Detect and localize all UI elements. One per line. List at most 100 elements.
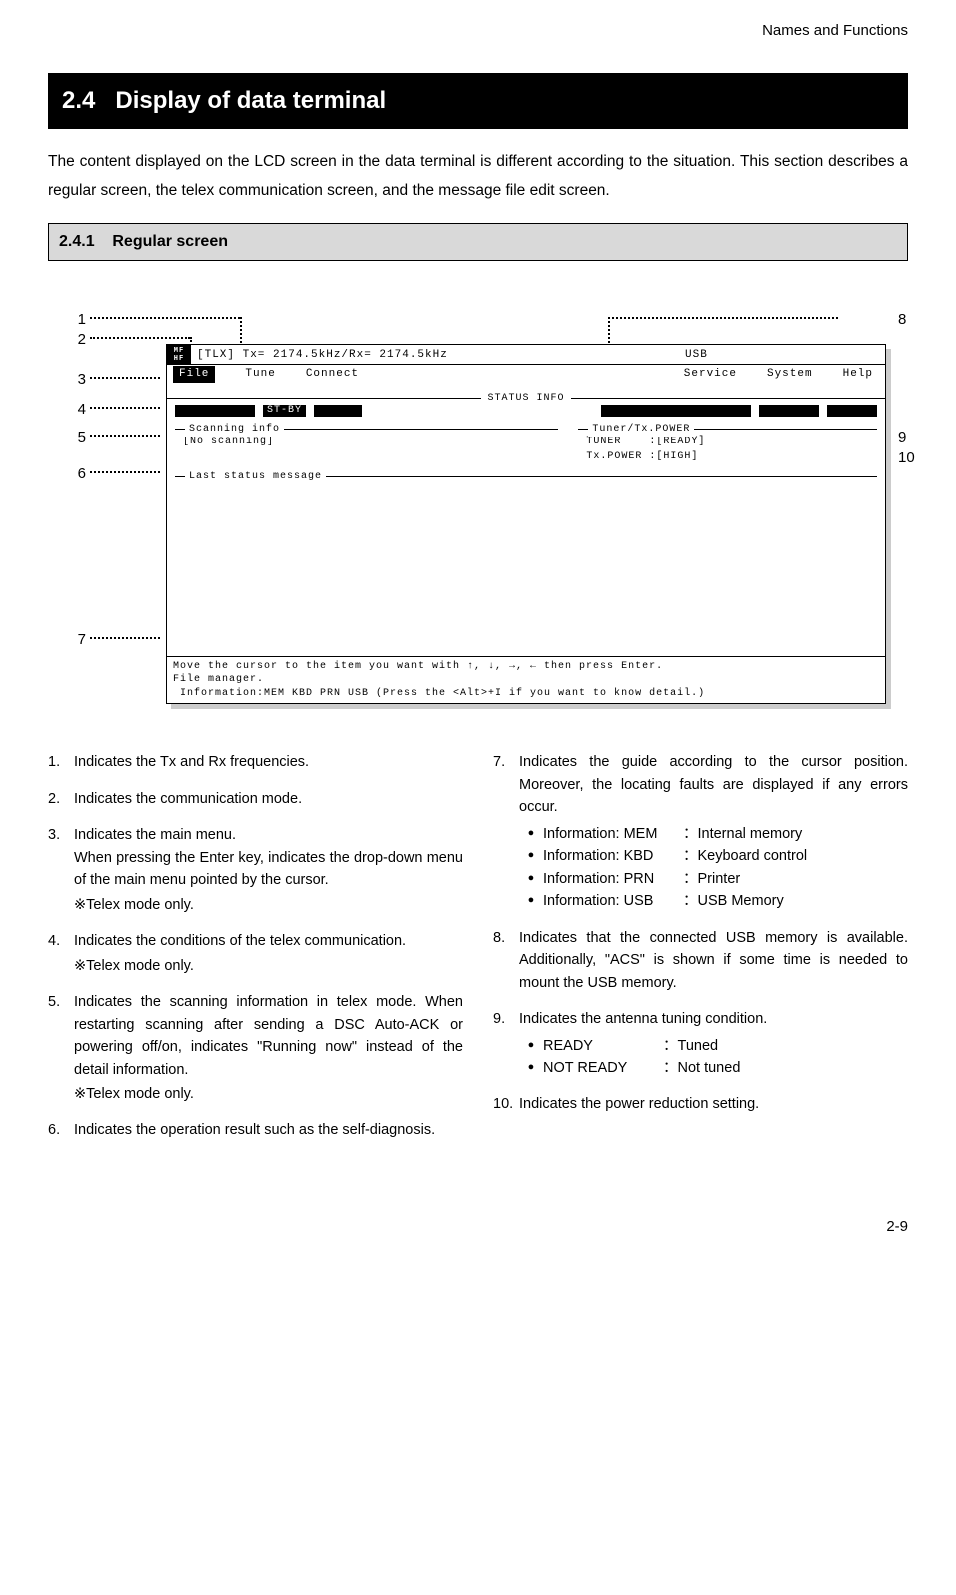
usb-indicator: USB <box>685 345 885 364</box>
leader-4 <box>90 407 160 409</box>
badge-mf: MF <box>167 347 191 355</box>
status-block-3 <box>601 405 751 417</box>
page-number: 2-9 <box>48 1216 908 1239</box>
desc-10-num: 10. <box>493 1093 519 1115</box>
desc-9-main: Indicates the antenna tuning condition. <box>519 1011 767 1027</box>
leader-8v <box>608 317 610 347</box>
desc-4-main: Indicates the conditions of the telex co… <box>74 933 406 949</box>
menu-system[interactable]: System <box>767 366 813 383</box>
menu-file[interactable]: File <box>173 366 215 383</box>
desc-4: 4. Indicates the conditions of the telex… <box>48 930 463 977</box>
desc-10: 10. Indicates the power reduction settin… <box>493 1093 908 1115</box>
desc-9-bullets: ●READY：Tuned ●NOT READY：Not tuned <box>519 1035 908 1080</box>
info-row: Scanning info [No scanning] Tuner/Tx.POW… <box>167 421 885 470</box>
desc-2: 2. Indicates the communication mode. <box>48 788 463 810</box>
menu-help[interactable]: Help <box>843 366 873 383</box>
desc-6-text: Indicates the operation result such as t… <box>74 1119 463 1141</box>
callout-10: 10 <box>898 447 936 470</box>
desc-4-text: Indicates the conditions of the telex co… <box>74 930 463 977</box>
desc-8-num: 8. <box>493 927 519 994</box>
desc-7-main: Indicates the guide according to the cur… <box>519 754 908 815</box>
status-block-5 <box>827 405 877 417</box>
status-info-label: STATUS INFO <box>481 393 570 404</box>
subsection-title: 2.4.1 Regular screen <box>48 223 908 261</box>
bullet-kbd: ●Information: KBD：Keyboard control <box>519 845 908 867</box>
desc-3: 3. Indicates the main menu. When pressin… <box>48 824 463 916</box>
desc-5-num: 5. <box>48 991 74 1105</box>
menu-connect[interactable]: Connect <box>306 366 359 383</box>
section-intro: The content displayed on the LCD screen … <box>48 147 908 206</box>
scanning-info-box: Scanning info [No scanning] <box>175 429 558 470</box>
terminal-title-row: MF HF [TLX] Tx= 2174.5kHz/Rx= 2174.5kHz … <box>167 345 885 365</box>
tuner-box: Tuner/Tx.POWER TUNER :[READY] Tx.POWER :… <box>578 429 877 470</box>
callout-6: 6 <box>68 463 86 486</box>
txpower-line: Tx.POWER :[HIGH] <box>586 449 869 464</box>
leader-8h <box>608 317 838 319</box>
terminal-screen: MF HF [TLX] Tx= 2174.5kHz/Rx= 2174.5kHz … <box>166 344 886 704</box>
footer-line-1: Move the cursor to the item you want wit… <box>173 661 663 672</box>
menu-service[interactable]: Service <box>684 366 737 383</box>
desc-5: 5. Indicates the scanning information in… <box>48 991 463 1105</box>
main-menu: File Tune Connect Service System Help <box>167 365 885 383</box>
terminal-footer: Move the cursor to the item you want wit… <box>167 656 885 704</box>
bullet-ready: ●READY：Tuned <box>519 1035 908 1057</box>
descriptions: 1. Indicates the Tx and Rx frequencies. … <box>48 751 908 1156</box>
leader-3 <box>90 377 160 379</box>
desc-8: 8. Indicates that the connected USB memo… <box>493 927 908 994</box>
desc-7-bullets: ●Information: MEM：Internal memory ●Infor… <box>519 823 908 913</box>
desc-6: 6. Indicates the operation result such a… <box>48 1119 463 1141</box>
desc-8-text: Indicates that the connected USB memory … <box>519 927 908 994</box>
desc-5-main: Indicates the scanning information in te… <box>74 994 463 1077</box>
callout-4: 4 <box>68 399 86 422</box>
descriptions-right: 7. Indicates the guide according to the … <box>493 751 908 1156</box>
bullet-usb: ●Information: USB：USB Memory <box>519 890 908 912</box>
desc-6-num: 6. <box>48 1119 74 1141</box>
callout-3: 3 <box>68 369 86 392</box>
desc-1-num: 1. <box>48 751 74 773</box>
desc-2-num: 2. <box>48 788 74 810</box>
desc-7-text: Indicates the guide according to the cur… <box>519 751 908 912</box>
callout-8: 8 <box>898 309 928 332</box>
desc-10-text: Indicates the power reduction setting. <box>519 1093 908 1115</box>
frequency-text: [TLX] Tx= 2174.5kHz/Rx= 2174.5kHz <box>191 345 685 364</box>
section-title: 2.4 Display of data terminal <box>48 73 908 129</box>
footer-line-3: Information:MEM KBD PRN USB (Press the <… <box>173 688 705 699</box>
scanning-legend: Scanning info <box>185 422 284 437</box>
desc-1-text: Indicates the Tx and Rx frequencies. <box>74 751 463 773</box>
desc-9-text: Indicates the antenna tuning condition. … <box>519 1008 908 1079</box>
leader-2h <box>90 337 190 339</box>
section-title-text: Display of data terminal <box>115 87 386 114</box>
desc-5-note: ※Telex mode only. <box>74 1083 463 1105</box>
mfhf-badge: MF HF <box>167 345 191 364</box>
desc-1: 1. Indicates the Tx and Rx frequencies. <box>48 751 463 773</box>
tuner-legend: Tuner/Tx.POWER <box>588 422 694 437</box>
callout-2: 2 <box>68 329 86 352</box>
desc-3-num: 3. <box>48 824 74 916</box>
desc-4-note: ※Telex mode only. <box>74 955 463 977</box>
page-header-right: Names and Functions <box>48 20 908 43</box>
bullet-mem: ●Information: MEM：Internal memory <box>519 823 908 845</box>
diagram: 1 2 3 4 5 6 7 8 9 10 MF HF [TLX] Tx= 217… <box>68 291 888 721</box>
subsection-title-text: Regular screen <box>112 233 228 250</box>
desc-4-num: 4. <box>48 930 74 977</box>
desc-7-num: 7. <box>493 751 519 912</box>
footer-line-2: File manager. <box>173 674 264 685</box>
menu-tune[interactable]: Tune <box>245 366 275 383</box>
bullet-prn: ●Information: PRN：Printer <box>519 868 908 890</box>
desc-3-note: ※Telex mode only. <box>74 894 463 916</box>
status-block-4 <box>759 405 819 417</box>
last-status-box: Last status message <box>175 476 877 616</box>
badge-hf: HF <box>167 355 191 363</box>
leader-5 <box>90 435 160 437</box>
callout-7: 7 <box>68 629 86 652</box>
desc-5-text: Indicates the scanning information in te… <box>74 991 463 1105</box>
desc-9-num: 9. <box>493 1008 519 1079</box>
descriptions-left: 1. Indicates the Tx and Rx frequencies. … <box>48 751 463 1156</box>
leader-7 <box>90 637 160 639</box>
desc-7: 7. Indicates the guide according to the … <box>493 751 908 912</box>
desc-3-text: Indicates the main menu. When pressing t… <box>74 824 463 916</box>
status-block-1 <box>175 405 255 417</box>
leader-6 <box>90 471 160 473</box>
status-info-header: STATUS INFO <box>167 385 885 399</box>
desc-2-text: Indicates the communication mode. <box>74 788 463 810</box>
